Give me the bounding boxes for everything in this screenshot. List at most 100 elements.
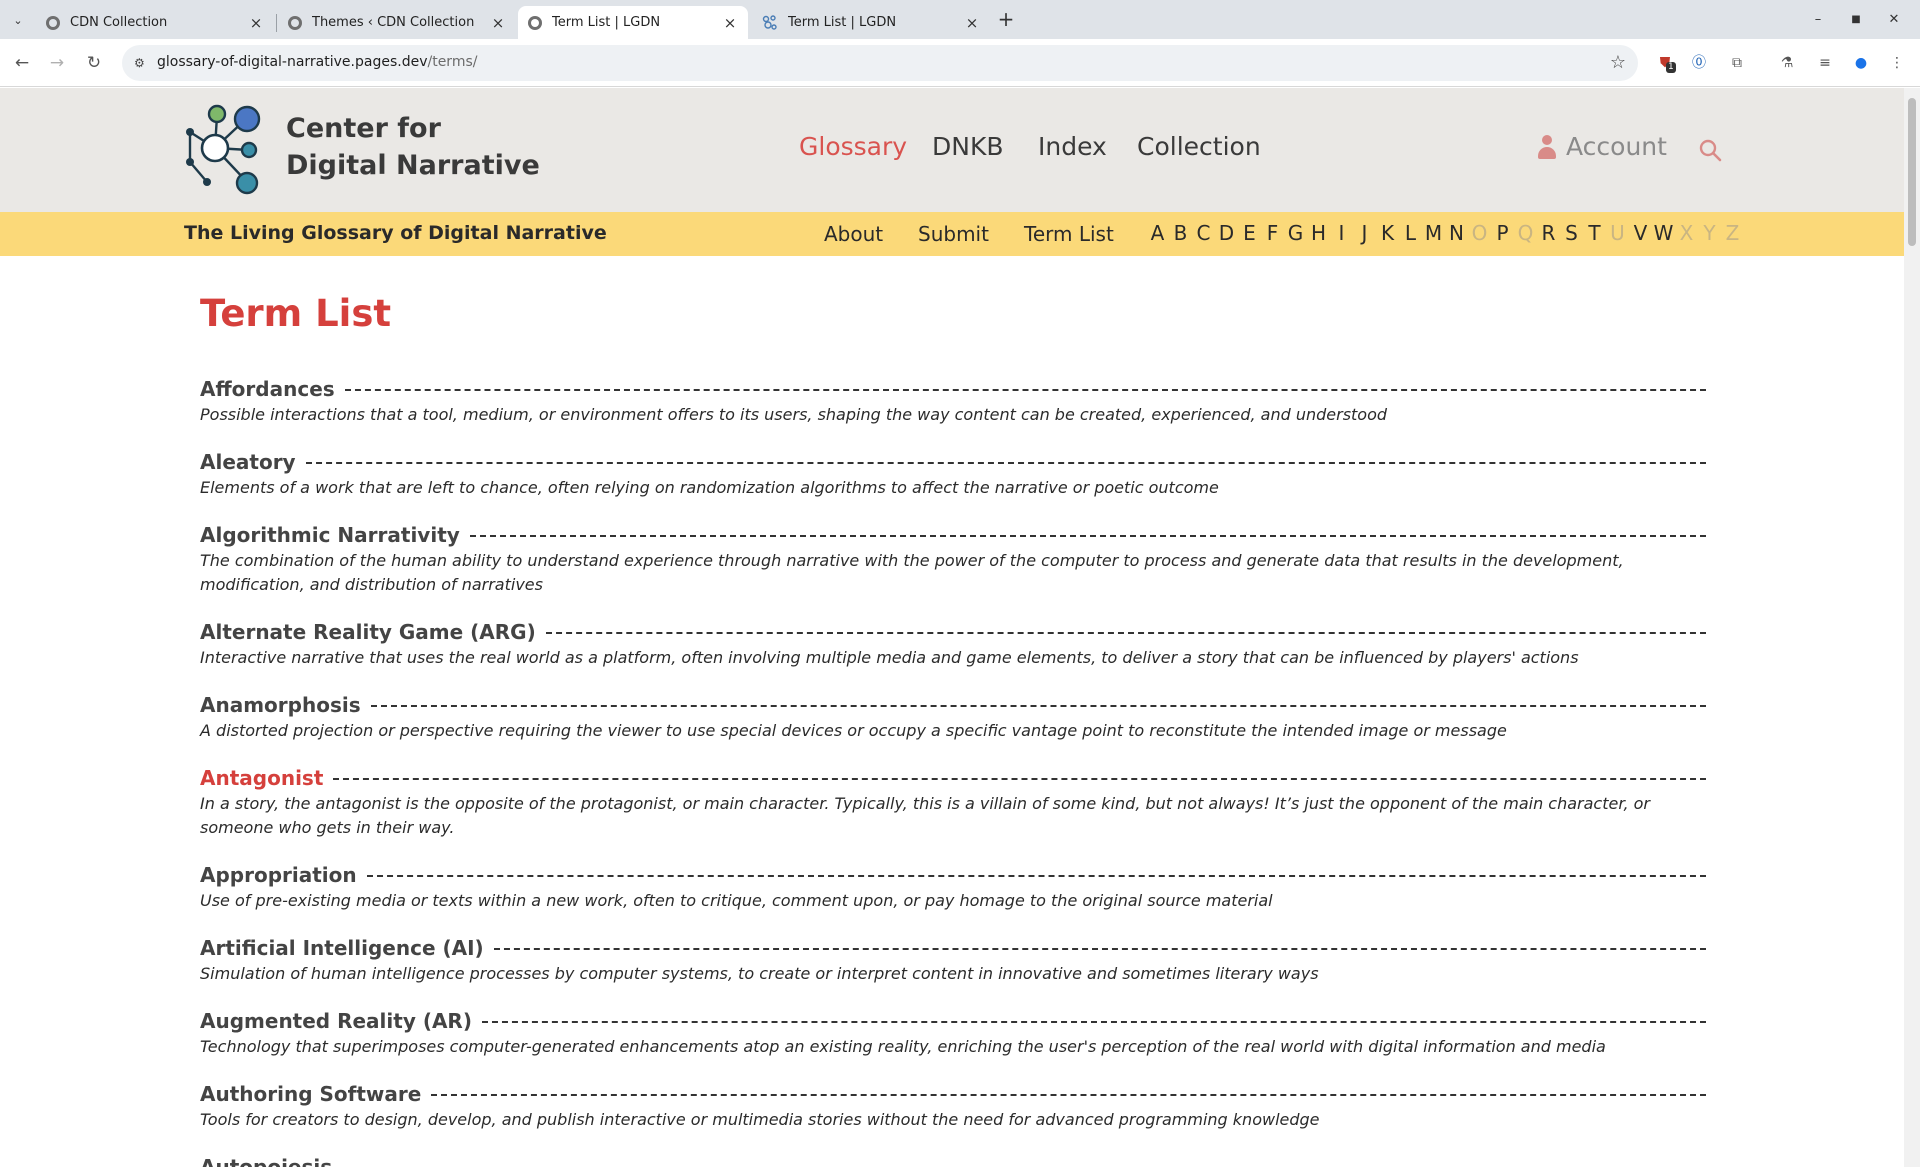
brand-line-2: Digital Narrative xyxy=(286,150,540,181)
scrollbar-thumb[interactable] xyxy=(1908,98,1916,246)
address-bar[interactable]: ⚙ glossary-of-digital-narrative.pages.de… xyxy=(122,45,1638,81)
letter-link-h[interactable]: H xyxy=(1307,221,1330,245)
letter-link-k[interactable]: K xyxy=(1376,221,1399,245)
dashed-leader-divider xyxy=(493,948,1706,950)
maximize-window-icon[interactable]: ■ xyxy=(1844,8,1868,32)
letter-link-j[interactable]: J xyxy=(1353,221,1376,245)
letter-link-b[interactable]: B xyxy=(1169,221,1192,245)
close-window-icon[interactable]: ✕ xyxy=(1882,8,1906,32)
forward-arrow-icon[interactable]: → xyxy=(45,51,69,75)
tab-title: Term List | LGDN xyxy=(552,15,661,30)
letter-link-f[interactable]: F xyxy=(1261,221,1284,245)
bookmark-star-icon[interactable]: ☆ xyxy=(1610,52,1626,73)
letter-link-l[interactable]: L xyxy=(1399,221,1422,245)
minimize-window-icon[interactable]: – xyxy=(1806,8,1830,32)
browser-tab-3-active[interactable]: Term List | LGDN × xyxy=(518,6,748,39)
term-name-link[interactable]: Algorithmic Narrativity xyxy=(200,522,460,548)
term-name-link[interactable]: Alternate Reality Game (ARG) xyxy=(200,619,536,645)
term-heading-row: Alternate Reality Game (ARG) xyxy=(200,619,1706,645)
letter-link-w[interactable]: W xyxy=(1652,221,1675,245)
letter-link-p[interactable]: P xyxy=(1491,221,1514,245)
term-heading-row: Algorithmic Narrativity xyxy=(200,522,1706,548)
term-name-link[interactable]: Appropriation xyxy=(200,862,357,888)
url-path: /terms/ xyxy=(427,54,478,70)
url-host: glossary-of-digital-narrative.pages.dev xyxy=(157,54,428,70)
tab-search-chevron-icon[interactable]: ⌄ xyxy=(6,9,30,31)
term-heading-row: Anamorphosis xyxy=(200,692,1706,718)
subnav-about[interactable]: About xyxy=(824,222,883,246)
letter-link-z: Z xyxy=(1725,221,1740,245)
letter-link-m[interactable]: M xyxy=(1422,221,1445,245)
term-name-link[interactable]: Anamorphosis xyxy=(200,692,361,718)
brand-name[interactable]: Center for Digital Narrative xyxy=(286,110,540,184)
extensions-puzzle-icon[interactable]: ⧉ xyxy=(1726,52,1748,74)
subnav-submit[interactable]: Submit xyxy=(918,222,989,246)
glossary-subnav-bar: The Living Glossary of Digital Narrative… xyxy=(0,212,1904,256)
cdn-logo-icon[interactable] xyxy=(183,102,263,198)
term-definition: Tools for creators to design, develop, a… xyxy=(200,1110,1320,1129)
term-name-link[interactable]: Autopoiesis xyxy=(200,1154,332,1167)
page-scrollbar[interactable] xyxy=(1904,88,1920,1167)
close-tab-icon[interactable]: × xyxy=(490,15,506,31)
subnav-term-list[interactable]: Term List xyxy=(1024,222,1114,246)
glossary-title-link[interactable]: The Living Glossary of Digital Narrative xyxy=(184,222,607,244)
term-name-link[interactable]: Authoring Software xyxy=(200,1081,421,1107)
browser-tab-2[interactable]: Themes ‹ CDN Collection × xyxy=(278,6,516,39)
term-definition: Interactive narrative that uses the real… xyxy=(200,648,1579,667)
dashed-leader-divider xyxy=(305,462,1706,464)
letter-link-n[interactable]: N xyxy=(1445,221,1468,245)
browser-menu-icon[interactable]: ⋮ xyxy=(1886,52,1908,74)
term-name-link[interactable]: Augmented Reality (AR) xyxy=(200,1008,472,1034)
labs-flask-icon[interactable]: ⚗ xyxy=(1776,52,1798,74)
letter-link-r[interactable]: R xyxy=(1537,221,1560,245)
nav-glossary[interactable]: Glossary xyxy=(799,132,907,161)
term-name-link[interactable]: Aleatory xyxy=(200,449,296,475)
term-entry: Algorithmic Narrativity The combination o… xyxy=(200,522,1706,597)
search-icon[interactable] xyxy=(1698,138,1722,162)
dashed-leader-divider xyxy=(431,1094,1706,1096)
browser-tab-4[interactable]: Term List | LGDN × xyxy=(752,6,990,39)
letter-link-i[interactable]: I xyxy=(1330,221,1353,245)
nav-collection[interactable]: Collection xyxy=(1137,132,1261,161)
reload-icon[interactable]: ↻ xyxy=(82,51,106,75)
letter-link-c[interactable]: C xyxy=(1192,221,1215,245)
profile-avatar-icon[interactable]: ● xyxy=(1850,52,1872,74)
term-name-link[interactable]: Affordances xyxy=(200,376,335,402)
term-definition: Elements of a work that are left to chan… xyxy=(200,478,1219,497)
letter-link-s[interactable]: S xyxy=(1560,221,1583,245)
letter-link-t[interactable]: T xyxy=(1583,221,1606,245)
account-link[interactable]: Account xyxy=(1538,132,1667,161)
dashed-leader-divider xyxy=(366,875,1706,877)
letter-link-a[interactable]: A xyxy=(1146,221,1169,245)
term-heading-row: Affordances xyxy=(200,376,1706,402)
close-tab-icon[interactable]: × xyxy=(722,15,738,31)
term-entry: Alternate Reality Game (ARG) Interactive … xyxy=(200,619,1706,670)
letter-link-e[interactable]: E xyxy=(1238,221,1261,245)
media-queue-icon[interactable]: ≡ xyxy=(1814,52,1836,74)
letter-link-o: O xyxy=(1471,221,1488,245)
browser-tab-1[interactable]: CDN Collection × xyxy=(36,6,274,39)
close-tab-icon[interactable]: × xyxy=(248,15,264,31)
term-name-link[interactable]: Artificial Intelligence (AI) xyxy=(200,935,484,961)
term-definition: A distorted projection or perspective re… xyxy=(200,721,1507,740)
page-title: Term List xyxy=(200,292,392,335)
close-tab-icon[interactable]: × xyxy=(964,15,980,31)
site-info-icon[interactable]: ⚙ xyxy=(134,55,150,71)
term-entry: Artificial Intelligence (AI) Simulation o… xyxy=(200,935,1706,986)
back-arrow-icon[interactable]: ← xyxy=(10,51,34,75)
letter-link-v[interactable]: V xyxy=(1629,221,1652,245)
letter-link-d[interactable]: D xyxy=(1215,221,1238,245)
nav-index[interactable]: Index xyxy=(1038,132,1107,161)
letter-link-g[interactable]: G xyxy=(1284,221,1307,245)
extension-badge: 1 xyxy=(1666,62,1676,73)
password-manager-icon[interactable]: ⓪ xyxy=(1688,52,1710,74)
nav-dnkb[interactable]: DNKB xyxy=(932,132,1004,161)
term-entry: Authoring Software Tools for creators to … xyxy=(200,1081,1706,1132)
shield-extension-icon[interactable]: ⛊ 1 xyxy=(1654,52,1676,74)
letter-link-q: Q xyxy=(1517,221,1534,245)
term-entry: Aleatory Elements of a work that are left… xyxy=(200,449,1706,500)
term-name-link[interactable]: Antagonist xyxy=(200,765,323,791)
new-tab-button[interactable]: + xyxy=(994,7,1018,31)
url-text[interactable]: glossary-of-digital-narrative.pages.dev/… xyxy=(157,54,477,70)
term-entry: Autopoiesis xyxy=(200,1154,1706,1167)
